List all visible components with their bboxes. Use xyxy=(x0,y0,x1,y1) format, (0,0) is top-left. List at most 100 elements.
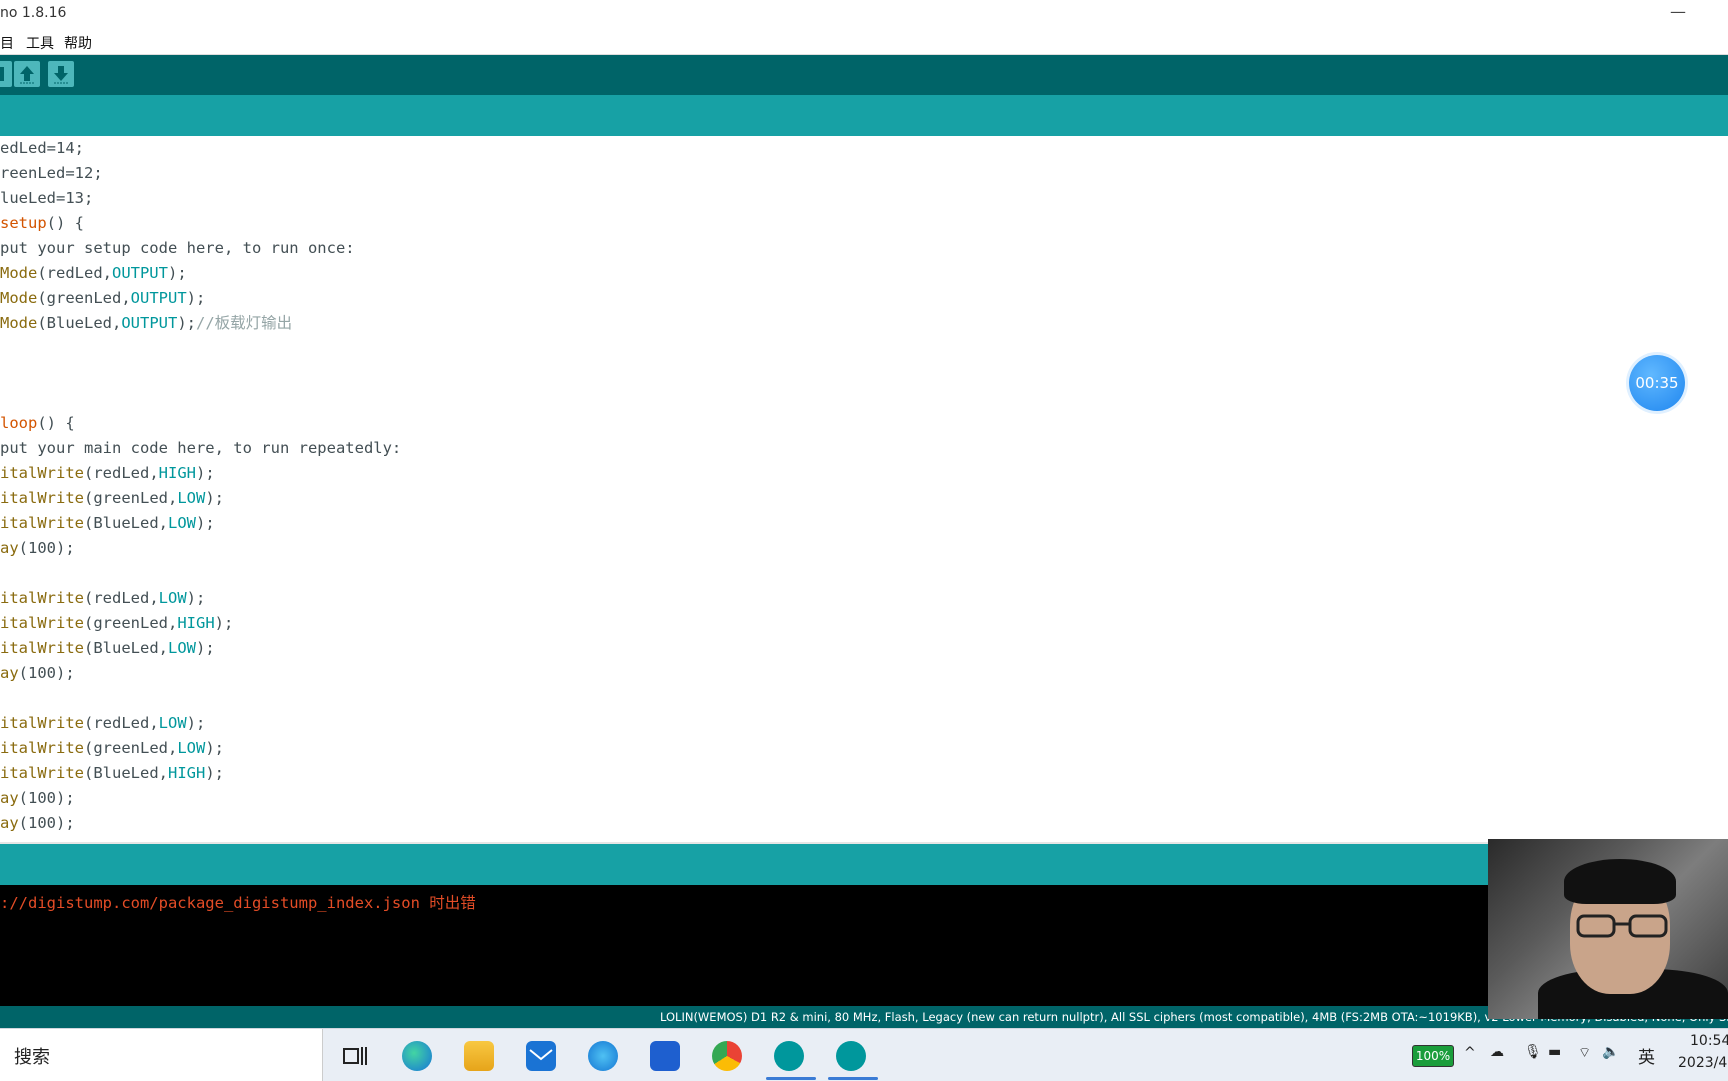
code-line: ay(100); xyxy=(0,536,75,561)
code-token: LOW xyxy=(158,714,187,732)
code-line: italWrite(greenLed,HIGH); xyxy=(0,611,233,636)
code-token: LOW xyxy=(168,514,196,532)
recording-timer[interactable]: 00:35 xyxy=(1629,355,1685,411)
code-line: italWrite(greenLed,LOW); xyxy=(0,736,224,761)
console-error-line: ://digistump.com/package_digistump_index… xyxy=(0,894,476,912)
code-token: ); xyxy=(205,764,224,782)
code-token: (redLed, xyxy=(37,264,112,282)
clock-time[interactable]: 10:54 xyxy=(1690,1033,1728,1049)
open-button[interactable] xyxy=(14,61,40,87)
code-token: loop xyxy=(0,414,38,432)
code-token: ); xyxy=(186,714,206,732)
code-token: Mode xyxy=(0,314,38,332)
code-token: ay xyxy=(0,814,19,832)
code-token: (100); xyxy=(18,814,75,832)
microphone-icon[interactable]: 🎙 xyxy=(1524,1044,1542,1060)
arduino-icon-2[interactable] xyxy=(836,1041,866,1071)
taskbar-search[interactable]: 搜索 xyxy=(0,1029,323,1081)
code-token: HIGH xyxy=(168,764,206,782)
mail-icon[interactable] xyxy=(526,1041,556,1071)
new-icon xyxy=(0,67,4,81)
arrow-up-icon xyxy=(20,66,34,84)
code-token: ); xyxy=(214,614,234,632)
code-token: (greenLed, xyxy=(84,739,178,757)
task-view-icon[interactable] xyxy=(340,1041,370,1071)
code-token: edLed=14; xyxy=(0,139,84,157)
console-output: ://digistump.com/package_digistump_index… xyxy=(0,885,1728,1006)
tray-chevron-icon[interactable]: ^ xyxy=(1464,1045,1476,1061)
code-token: OUTPUT xyxy=(121,314,178,332)
code-token: ); xyxy=(186,589,206,607)
code-line: italWrite(BlueLed,LOW); xyxy=(0,636,215,661)
menu-item-1[interactable]: 工具 xyxy=(26,33,54,53)
window-title: no 1.8.16 xyxy=(0,5,67,21)
code-line: italWrite(greenLed,LOW); xyxy=(0,486,224,511)
code-line: italWrite(BlueLed,LOW); xyxy=(0,511,215,536)
code-token: put your setup code here, to run once: xyxy=(0,239,355,257)
code-token: ); xyxy=(205,489,224,507)
ime-indicator[interactable]: 英 xyxy=(1638,1043,1655,1068)
code-token: HIGH xyxy=(158,464,196,482)
code-token: (greenLed, xyxy=(84,489,178,507)
code-token: italWrite xyxy=(0,514,84,532)
battery-tray-icon[interactable]: ▬ xyxy=(1548,1044,1561,1060)
code-token: italWrite xyxy=(0,589,84,607)
code-token: (100); xyxy=(18,664,75,682)
code-line: italWrite(BlueLed,HIGH); xyxy=(0,761,224,786)
title-bar: no 1.8.16 — xyxy=(0,0,1728,30)
code-token: italWrite xyxy=(0,614,84,632)
code-line: lueLed=13; xyxy=(0,186,93,211)
code-line: put your main code here, to run repeated… xyxy=(0,436,401,461)
status-bar: LOLIN(WEMOS) D1 R2 & mini, 80 MHz, Flash… xyxy=(0,1006,1728,1028)
webcam-person-hair xyxy=(1564,859,1676,904)
code-token: (redLed, xyxy=(84,714,159,732)
code-line: setup() { xyxy=(0,211,84,236)
code-token: (greenLed, xyxy=(37,289,131,307)
code-token: OUTPUT xyxy=(130,289,187,307)
arduino-icon-1[interactable] xyxy=(774,1041,804,1071)
code-line: ay(100); xyxy=(0,661,75,686)
code-line: ay(100); xyxy=(0,786,75,811)
code-token: italWrite xyxy=(0,639,84,657)
menu-item-0[interactable]: 目 xyxy=(0,33,14,53)
code-token: italWrite xyxy=(0,489,84,507)
menu-item-2[interactable]: 帮助 xyxy=(64,33,92,53)
new-button[interactable] xyxy=(0,61,12,87)
save-button[interactable] xyxy=(48,61,74,87)
envelope-icon xyxy=(529,1049,553,1061)
code-token: ); xyxy=(167,264,187,282)
code-token: italWrite xyxy=(0,739,84,757)
code-token: Mode xyxy=(0,289,38,307)
code-token: (100); xyxy=(18,789,75,807)
code-token: LOW xyxy=(168,639,196,657)
code-token: (BlueLed, xyxy=(84,514,168,532)
taskbar: 搜索 100% ^ ☁ 🎙 ▬ ⌔ 🔈 英 10:54 2023/4 xyxy=(0,1028,1728,1081)
chrome-icon[interactable] xyxy=(712,1041,742,1071)
tab-bar xyxy=(0,95,1728,136)
code-line: Mode(redLed,OUTPUT); xyxy=(0,261,187,286)
lenovo-app-icon[interactable] xyxy=(650,1041,680,1071)
minimize-button[interactable]: — xyxy=(1670,2,1686,21)
wifi-icon[interactable]: ⌔ xyxy=(1578,1044,1591,1062)
battery-indicator[interactable]: 100% xyxy=(1412,1045,1454,1067)
ie-icon[interactable] xyxy=(588,1041,618,1071)
edge-icon[interactable] xyxy=(402,1041,432,1071)
clock-date[interactable]: 2023/4 xyxy=(1678,1055,1727,1071)
code-token: reenLed=12; xyxy=(0,164,103,182)
code-editor[interactable]: edLed=14; reenLed=12; lueLed=13; setup() { p… xyxy=(0,136,1728,842)
code-token: //板载灯输出 xyxy=(196,314,293,332)
code-token: ); xyxy=(186,289,206,307)
code-token: lueLed=13; xyxy=(0,189,94,207)
code-token: ); xyxy=(196,639,215,657)
code-line: edLed=14; xyxy=(0,136,84,161)
menu-bar: 目工具 帮助 xyxy=(0,30,1728,55)
code-token: (BlueLed, xyxy=(84,764,168,782)
code-token: HIGH xyxy=(177,614,215,632)
code-token: setup xyxy=(0,214,47,232)
glasses-icon xyxy=(1576,914,1668,938)
code-line: put your setup code here, to run once: xyxy=(0,236,355,261)
console-header xyxy=(0,842,1728,887)
volume-icon[interactable]: 🔈 xyxy=(1602,1044,1619,1060)
file-explorer-icon[interactable] xyxy=(464,1041,494,1071)
cloud-icon[interactable]: ☁ xyxy=(1490,1044,1504,1060)
